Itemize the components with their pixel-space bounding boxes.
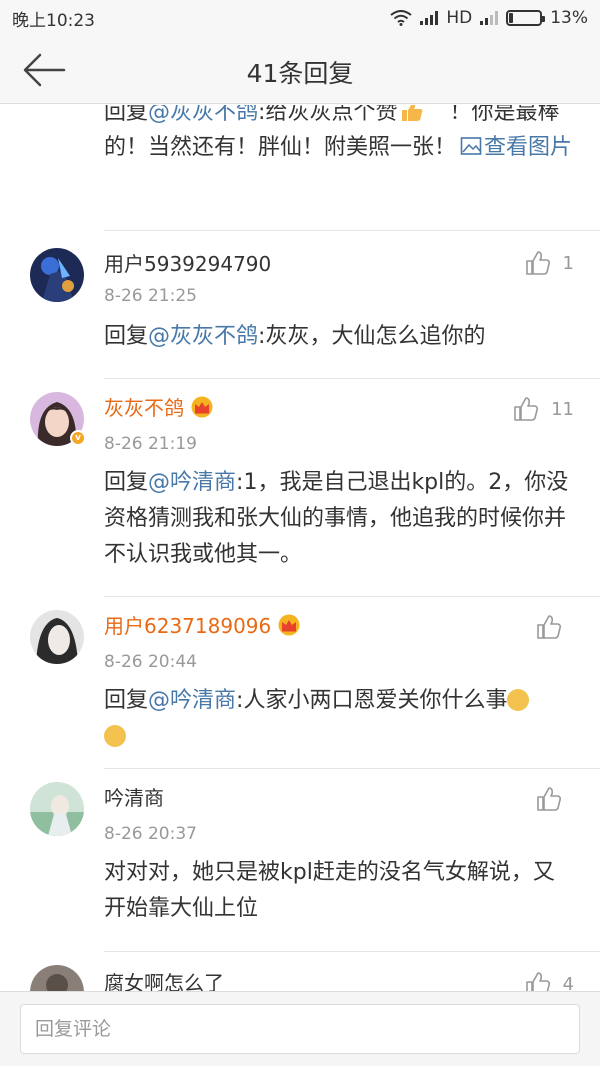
avatar[interactable] — [30, 782, 84, 836]
status-bar: 晚上10:23 HD 13% — [0, 0, 600, 36]
status-time: 晚上10:23 — [12, 10, 95, 31]
comment-author[interactable]: 用户5939294790 — [104, 248, 271, 277]
like-button[interactable]: 1 — [525, 250, 574, 276]
reply-prefix: 回复 — [104, 105, 149, 125]
thumbs-up-icon — [537, 615, 562, 639]
partial-comment-text: 回复@灰灰不鸽:给灰灰点个赞 ！你是最棒的！当然还有！胖仙！附美照一张！ 查看图片 — [104, 105, 574, 165]
thumbs-up-icon — [525, 251, 550, 275]
comment-item: 腐女啊怎么了 4 — [0, 951, 600, 991]
mention-link[interactable]: @灰灰不鸽 — [148, 105, 258, 125]
mention-link[interactable]: @吟清商 — [148, 688, 236, 713]
battery-icon — [506, 10, 546, 26]
author-name: 灰灰不鸽 — [104, 396, 184, 420]
author-name: 用户6237189096 — [104, 614, 272, 638]
view-image-link[interactable]: 查看图片 — [456, 135, 572, 160]
view-image-label: 查看图片 — [484, 135, 573, 160]
comment-time: 8-26 21:19 — [104, 434, 197, 454]
crown-icon — [191, 396, 213, 418]
comment-text: 回复@灰灰不鸽:灰灰，大仙怎么追你的 — [104, 319, 574, 355]
like-count: 11 — [551, 398, 574, 420]
comment-time: 8-26 20:44 — [104, 652, 197, 672]
wifi-icon — [390, 10, 412, 26]
comment-text: 回复@吟清商:1，我是自己退出kpl的。2，你没资格猜测我和张大仙的事情，他追我… — [104, 465, 574, 573]
comment-author-vip[interactable]: 用户6237189096 — [104, 610, 301, 639]
like-button[interactable]: 11 — [513, 396, 574, 422]
avatar[interactable] — [30, 610, 84, 664]
title-bar: 41条回复 — [0, 36, 600, 104]
comment-time: 8-26 20:37 — [104, 824, 197, 844]
thumbs-up-emoji-icon — [399, 105, 425, 121]
comment-item: 吟清商 8-26 20:37 对对对，她只是被kpl赶走的没名气女解说，又开始靠… — [0, 768, 600, 951]
reply-prefix: 回复 — [104, 688, 149, 713]
comment-author-vip[interactable]: 灰灰不鸽 — [104, 392, 214, 421]
battery-percent: 13% — [550, 8, 588, 28]
comment-time: 8-26 21:25 — [104, 286, 197, 306]
verified-badge-icon: v — [70, 430, 86, 446]
reply-bar — [0, 991, 600, 1066]
comment-body: :灰灰，大仙怎么追你的 — [258, 324, 486, 349]
comment-author[interactable]: 吟清商 — [104, 782, 164, 811]
page-title: 41条回复 — [246, 59, 354, 88]
thumbs-up-icon — [525, 972, 550, 991]
signal-icon-2 — [480, 11, 499, 25]
crown-icon — [278, 614, 300, 636]
status-icons: HD 13% — [390, 8, 588, 28]
comment-text: 对对对，她只是被kpl赶走的没名气女解说，又开始靠大仙上位 — [104, 860, 555, 921]
reply-input[interactable] — [20, 1004, 580, 1054]
like-button[interactable] — [536, 786, 574, 812]
thumbs-up-icon — [514, 397, 539, 421]
like-button[interactable]: 4 — [525, 971, 574, 991]
like-count: 1 — [562, 252, 574, 274]
signal-icon — [420, 11, 439, 25]
avatar[interactable] — [30, 965, 84, 991]
network-label: HD — [446, 8, 473, 28]
comment-body: :人家小两口恩爱关你什么事 — [236, 688, 508, 713]
comment-text-segment: :给灰灰点个赞 — [258, 105, 398, 125]
like-count: 4 — [562, 973, 574, 992]
like-button[interactable] — [536, 614, 574, 640]
reply-prefix: 回复 — [104, 324, 149, 349]
comments-list[interactable]: 回复@灰灰不鸽:给灰灰点个赞 ！你是最棒的！当然还有！胖仙！附美照一张！ 查看图片… — [0, 105, 600, 991]
comment-item: 用户6237189096 8-26 20:44 回复@吟清商:人家小两口恩爱关你… — [0, 596, 600, 768]
mention-link[interactable]: @吟清商 — [148, 470, 236, 495]
mention-link[interactable]: @灰灰不鸽 — [148, 324, 258, 349]
comment-text: 回复@吟清商:人家小两口恩爱关你什么事 — [104, 683, 574, 755]
comment-item: v 灰灰不鸽 11 8-26 21:19 回复@吟清商:1，我是自己退出kpl的… — [0, 378, 600, 596]
comment-item: 用户5939294790 1 8-26 21:25 回复@灰灰不鸽:灰灰，大仙怎… — [0, 230, 600, 378]
doge-emoji-icon — [507, 689, 530, 711]
thumbs-up-icon — [537, 787, 562, 811]
avatar[interactable] — [30, 248, 84, 302]
reply-prefix: 回复 — [104, 470, 149, 495]
doge-emoji-icon — [104, 725, 126, 747]
image-icon — [460, 137, 482, 155]
comment-author[interactable]: 腐女啊怎么了 — [104, 967, 224, 991]
battery-fill — [509, 13, 514, 23]
